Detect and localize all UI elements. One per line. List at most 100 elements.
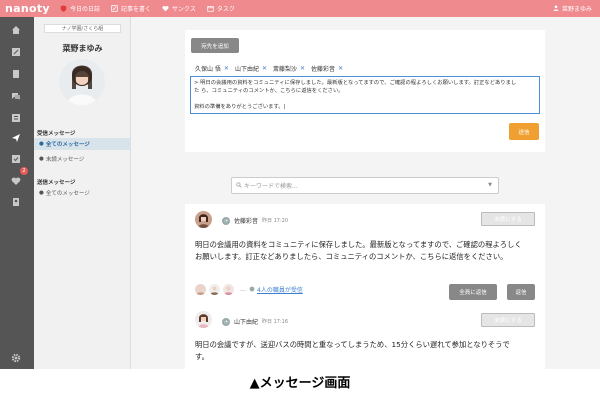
bullet-icon: ● <box>39 190 44 196</box>
recipient-name: 佐藤彩音 <box>311 66 336 73</box>
inbox-all-messages[interactable]: ● 全てのメッセージ <box>34 138 131 150</box>
recipient-name: 久保山 悟 <box>195 66 221 73</box>
search-input[interactable]: キーワードで検索... ▼ <box>231 177 499 194</box>
avatar <box>195 311 212 328</box>
recipient-chip: 佐藤彩音 ✕ <box>311 64 343 73</box>
sender-name: 佐藤彩音 <box>234 218 259 225</box>
recipient-chip: 斎藤梨沙 ✕ <box>273 64 305 73</box>
reply-button[interactable]: 返信 <box>507 284 535 300</box>
message-body: 明日の会議用の資料をコミュニティに保存しました。最新版となってますので、ご確認の… <box>195 239 522 263</box>
sender-name: 山下由紀 <box>234 319 259 326</box>
profile-name: 菜野まゆみ <box>62 44 103 53</box>
book-icon[interactable] <box>9 67 23 81</box>
send-icon[interactable] <box>9 131 23 145</box>
profile-panel: ナノ学園/さくら組 菜野まゆみ 受信メッセージ ● 全てのメッセージ ● 未読メ… <box>34 17 131 369</box>
heart-icon <box>162 5 169 12</box>
checklist-icon[interactable] <box>9 152 23 166</box>
message-card: ◔ 山下由紀 昨日 17:16 未読にする 明日の会議ですが、送迎バスの時間と重… <box>185 303 545 369</box>
top-bar: nanoty 今日の日誌 記事を書く サンクス タスク 菜野まゆみ <box>0 0 600 17</box>
profile-avatar <box>59 59 105 105</box>
user-name: 菜野まゆみ <box>561 6 592 13</box>
message-body-line: 明日の会議ですが、送迎バスの時間と重なってしまうため、15分くらい遅れて参加とな… <box>195 340 510 349</box>
message-body-line: す。 <box>195 352 209 361</box>
add-recipient-button[interactable]: 宛先を追加 <box>191 38 239 53</box>
recipient-name: 斎藤梨沙 <box>273 66 298 73</box>
topnav-label: タスク <box>216 6 235 13</box>
panel-item-label: 全てのメッセージ <box>45 191 90 197</box>
topnav-label: 記事を書く <box>121 6 152 13</box>
chevron-down-icon[interactable]: ▼ <box>488 182 492 188</box>
edit-icon[interactable] <box>9 45 23 59</box>
top-nav: 今日の日誌 記事を書く サンクス タスク <box>60 4 246 13</box>
inbox-unread-messages[interactable]: ● 未読メッセージ <box>34 153 131 165</box>
message-card: ◔ 佐藤彩音 昨日 17:20 未読にする 明日の会議用の資料をコミュニティに保… <box>185 204 545 312</box>
main-area: 宛先を追加 久保山 悟 ✕ 山下由紀 ✕ 斎藤梨沙 ✕ 佐藤彩音 ✕ > 明日の… <box>131 17 600 369</box>
message-line: > 明日の会議用の資料をコミュニティに保存しました。最新版となってますので、ご確… <box>194 80 517 86</box>
sender-line: ◔ 山下由紀 昨日 17:16 <box>222 317 288 326</box>
app-logo[interactable]: nanoty <box>0 0 56 17</box>
close-icon[interactable]: ✕ <box>262 65 267 72</box>
readers-row: … 4人の職員が受信 <box>195 284 303 295</box>
reply-all-button[interactable]: 全員に返信 <box>449 284 497 300</box>
inbox-section-title: 受信メッセージ <box>37 131 76 137</box>
close-icon[interactable]: ✕ <box>224 65 229 72</box>
home-icon[interactable] <box>9 23 23 37</box>
topnav-label: サンクス <box>172 6 196 13</box>
message-line <box>194 95 536 103</box>
message-time: 昨日 17:20 <box>262 218 289 224</box>
contact-icon[interactable] <box>9 195 23 209</box>
icon-rail: 2 <box>0 17 34 369</box>
recipient-chip: 山下由紀 ✕ <box>235 64 267 73</box>
more-indicator: … <box>240 286 246 293</box>
readers-link[interactable]: 4人の職員が受信 <box>257 285 303 294</box>
message-line: た ら、コミュニティのコメントか、こちらに返信をください。 <box>194 88 344 94</box>
page-caption: ▲メッセージ画面 <box>0 369 600 394</box>
avatar <box>195 211 212 228</box>
topnav-thanks[interactable]: サンクス <box>162 4 196 13</box>
organization-label: ナノ学園/さくら組 <box>44 24 121 33</box>
group-icon <box>249 286 255 294</box>
group-icon: ◔ <box>222 317 230 326</box>
close-icon[interactable]: ✕ <box>338 65 343 72</box>
list-icon[interactable] <box>9 111 23 125</box>
avatar <box>195 284 206 295</box>
message-body-line: お願いします。訂正などありましたら、コミュニティのコメントか、こちらに返信をくだ… <box>195 252 508 261</box>
message-body: 明日の会議ですが、送迎バスの時間と重なってしまうため、15分くらい遅れて参加とな… <box>195 339 510 363</box>
chat-icon[interactable] <box>9 89 23 103</box>
sender-line: ◔ 佐藤彩音 昨日 17:20 <box>222 216 288 225</box>
recipient-list: 久保山 悟 ✕ 山下由紀 ✕ 斎藤梨沙 ✕ 佐藤彩音 ✕ <box>195 64 349 73</box>
calendar-icon <box>207 5 214 12</box>
message-line: 資料の準備をありがとうございます。| <box>194 104 286 110</box>
user-menu[interactable]: 菜野まゆみ <box>553 0 592 17</box>
message-time: 昨日 17:16 <box>262 319 289 325</box>
compose-card: 宛先を追加 久保山 悟 ✕ 山下由紀 ✕ 斎藤梨沙 ✕ 佐藤彩音 ✕ > 明日の… <box>185 30 545 152</box>
bullet-icon: ● <box>39 156 44 162</box>
topnav-daily-log[interactable]: 今日の日誌 <box>60 4 100 13</box>
heart-icon[interactable] <box>9 174 23 188</box>
shield-icon <box>60 5 67 12</box>
send-button[interactable]: 送信 <box>509 123 539 140</box>
gear-icon[interactable] <box>9 351 23 365</box>
group-icon: ◔ <box>222 216 230 225</box>
avatar <box>209 284 220 295</box>
pencil-icon <box>111 5 118 12</box>
message-textarea[interactable]: > 明日の会議用の資料をコミュニティに保存しました。最新版となってますので、ご確… <box>190 76 540 114</box>
search-icon <box>236 181 242 190</box>
topnav-label: 今日の日誌 <box>70 6 101 13</box>
search-placeholder: キーワードで検索... <box>244 183 298 190</box>
mark-unread-button[interactable]: 未読にする <box>481 313 535 327</box>
mark-unread-button[interactable]: 未読にする <box>481 212 535 226</box>
avatar <box>223 284 234 295</box>
bullet-icon: ● <box>39 141 44 147</box>
topnav-write-article[interactable]: 記事を書く <box>111 4 151 13</box>
message-body-line: 明日の会議用の資料をコミュニティに保存しました。最新版となってますので、ご確認の… <box>195 240 522 249</box>
panel-item-label: 全てのメッセージ <box>45 142 90 148</box>
outbox-all-messages[interactable]: ● 全てのメッセージ <box>34 187 131 199</box>
topnav-tasks[interactable]: タスク <box>207 4 235 13</box>
user-icon <box>553 4 559 13</box>
recipient-chip: 久保山 悟 ✕ <box>195 64 229 73</box>
panel-item-label: 未読メッセージ <box>45 157 85 163</box>
outbox-section-title: 送信メッセージ <box>37 180 76 186</box>
close-icon[interactable]: ✕ <box>300 65 305 72</box>
recipient-name: 山下由紀 <box>234 66 259 73</box>
